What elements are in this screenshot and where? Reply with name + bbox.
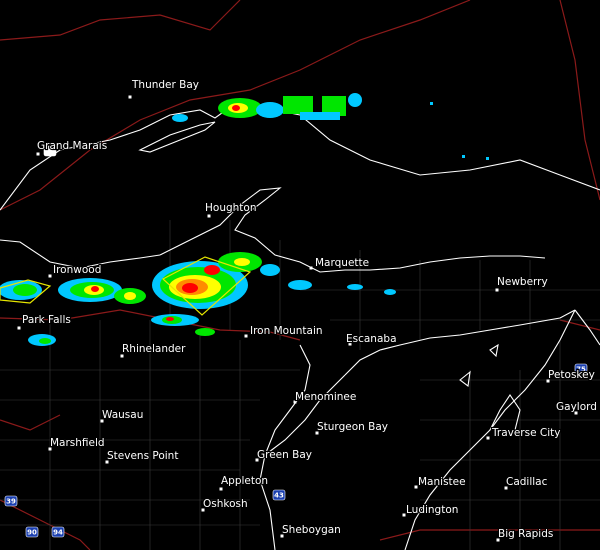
highway-shield-43: 43 <box>272 489 286 501</box>
city-label-appleton: Appleton <box>221 475 268 487</box>
city-marker-iron-mountain <box>244 334 248 338</box>
city-label-traverse-city: Traverse City <box>491 427 560 439</box>
city-marker-newberry <box>495 288 499 292</box>
city-label-iron-mountain: Iron Mountain <box>250 325 323 337</box>
city-label-wausau: Wausau <box>102 409 143 421</box>
svg-text:90: 90 <box>27 529 37 537</box>
city-label-gaylord: Gaylord <box>556 401 597 413</box>
city-marker-thunder-bay <box>128 95 132 99</box>
city-label-manistee: Manistee <box>418 476 466 488</box>
city-label-cadillac: Cadillac <box>506 476 548 488</box>
city-label-thunder-bay: Thunder Bay <box>131 79 199 91</box>
city-marker-marquette <box>309 266 313 270</box>
city-label-big-rapids: Big Rapids <box>498 528 553 540</box>
city-marker-grand-marais <box>36 152 40 156</box>
city-label-menominee: Menominee <box>295 391 356 403</box>
svg-text:39: 39 <box>6 498 16 506</box>
radar-map: 617543399490 Thunder BayGrand MaraisHoug… <box>0 0 600 550</box>
city-marker-appleton <box>219 487 223 491</box>
city-label-ironwood: Ironwood <box>53 264 101 276</box>
city-label-houghton: Houghton <box>205 202 257 214</box>
highway-shield-94: 94 <box>51 526 65 538</box>
city-label-sturgeon-bay: Sturgeon Bay <box>317 421 388 433</box>
city-label-oshkosh: Oshkosh <box>203 498 248 510</box>
city-marker-traverse-city <box>486 436 490 440</box>
city-marker-ironwood <box>48 274 52 278</box>
highway-shield-90: 90 <box>25 526 39 538</box>
city-label-ludington: Ludington <box>406 504 458 516</box>
city-label-newberry: Newberry <box>497 276 548 288</box>
city-label-petoskey: Petoskey <box>548 369 595 381</box>
city-label-marquette: Marquette <box>315 257 369 269</box>
city-label-rhinelander: Rhinelander <box>122 343 186 355</box>
highway-shield-39: 39 <box>4 495 18 507</box>
city-marker-houghton <box>207 214 211 218</box>
city-label-park-falls: Park Falls <box>22 314 71 326</box>
city-label-stevens-point: Stevens Point <box>107 450 178 462</box>
city-label-sheboygan: Sheboygan <box>282 524 341 536</box>
svg-text:43: 43 <box>274 492 284 500</box>
city-label-grand-marais: Grand Marais <box>37 140 107 152</box>
svg-text:94: 94 <box>53 529 63 537</box>
city-marker-park-falls <box>17 326 21 330</box>
city-label-green-bay: Green Bay <box>257 449 312 461</box>
city-label-marshfield: Marshfield <box>50 437 105 449</box>
city-label-escanaba: Escanaba <box>346 333 397 345</box>
